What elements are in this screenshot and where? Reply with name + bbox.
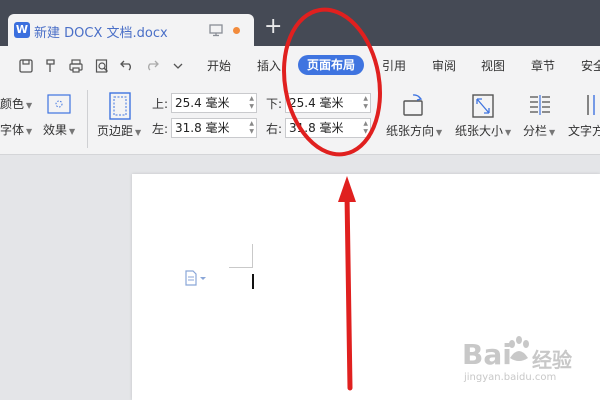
chevron-down-icon: ▼ [549,128,556,137]
page-margins-icon[interactable] [108,92,132,120]
document-page[interactable] [132,174,600,400]
right-margin-field[interactable]: 31.8 毫米 ▲ ▼ [285,118,371,138]
watermark-brand-suffix: 经验 [532,348,572,372]
menu-security[interactable]: 安全 [581,58,600,74]
menu-chapter[interactable]: 章节 [531,58,555,74]
format-painter-icon[interactable] [43,58,59,74]
chevron-down-icon: ▼ [26,101,33,110]
theme-font-label: 字体 [0,123,25,137]
columns-label: 分栏 [523,124,548,138]
undo-icon[interactable] [119,58,135,74]
new-tab-button[interactable]: + [264,14,282,40]
menu-references[interactable]: 引用 [382,58,406,74]
customize-chevron-icon[interactable] [170,58,186,74]
print-icon[interactable] [68,58,84,74]
chevron-down-icon: ▼ [505,128,512,137]
theme-color-label: 颜色 [0,97,25,111]
text-cursor [252,274,254,289]
save-icon[interactable] [18,58,34,74]
right-margin-label: 右: [266,122,283,136]
spin-arrows-icon[interactable]: ▲ ▼ [363,120,368,136]
theme-font-button[interactable]: 字体 ▼ [0,123,32,139]
page-orientation-icon[interactable] [401,93,425,119]
paragraph-options-icon[interactable] [184,270,208,286]
margin-corner-mark [229,267,253,268]
effects-icon[interactable] [47,94,71,114]
columns-button[interactable]: 分栏 ▼ [523,124,555,140]
writer-doc-icon: W [14,22,30,38]
top-margin-label: 上: [152,97,169,111]
theme-effects-button[interactable]: 效果 ▼ [43,123,75,139]
chevron-down-icon: ▼ [135,128,142,137]
watermark-brand: Bai [462,338,512,371]
bottom-margin-field[interactable]: 25.4 毫米 ▲ ▼ [285,93,371,113]
margin-corner-mark [252,244,253,268]
print-preview-icon[interactable] [94,58,110,74]
monitor-icon[interactable] [208,22,224,38]
left-margin-value: 31.8 毫米 [175,121,230,135]
bottom-margin-value: 25.4 毫米 [289,96,344,110]
page-margins-button[interactable]: 页边距 ▼ [97,124,141,140]
left-margin-label: 左: [152,122,169,136]
chevron-down-icon: ▼ [69,127,76,136]
divider [87,90,88,148]
chevron-down-icon: ▼ [26,127,33,136]
spin-arrows-icon[interactable]: ▲ ▼ [249,120,254,136]
page-size-button[interactable]: 纸张大小 ▼ [455,124,511,140]
redo-icon[interactable] [144,58,160,74]
columns-icon[interactable] [528,93,552,119]
document-name: 新建 DOCX 文档.docx [34,26,168,41]
text-direction-button[interactable]: 文字方 [568,124,600,138]
page-size-icon[interactable] [471,93,495,119]
menu-home[interactable]: 开始 [207,58,231,74]
theme-color-button[interactable]: 颜色 ▼ [0,97,32,113]
chevron-down-icon: ▼ [436,128,443,137]
top-margin-value: 25.4 毫米 [175,96,230,110]
page-orientation-label: 纸张方向 [386,124,435,138]
menu-insert[interactable]: 插入 [257,58,281,74]
menu-view[interactable]: 视图 [481,58,505,74]
left-margin-field[interactable]: 31.8 毫米 ▲ ▼ [171,118,257,138]
menu-toolbar: 开始 插入 页面布局 引用 审阅 视图 章节 安全 [0,46,600,84]
theme-effects-label: 效果 [43,123,68,137]
ribbon: 颜色 ▼ 字体 ▼ 效果 ▼ 页边距 ▼ 上: 25.4 毫米 ▲ ▼ 左: 31.8 毫… [0,84,600,155]
watermark-url: jingyan.baidu.com [464,372,557,383]
baidu-paw-icon [509,336,529,361]
right-margin-value: 31.8 毫米 [289,121,344,135]
top-margin-field[interactable]: 25.4 毫米 ▲ ▼ [171,93,257,113]
menu-review[interactable]: 审阅 [432,58,456,74]
unsaved-dot [233,27,240,34]
document-tab[interactable]: W 新建 DOCX 文档.docx [8,14,254,46]
title-bar: W 新建 DOCX 文档.docx + [0,0,600,46]
page-orientation-button[interactable]: 纸张方向 ▼ [386,124,442,140]
menu-page-layout[interactable]: 页面布局 [298,55,365,75]
spin-arrows-icon[interactable]: ▲ ▼ [249,95,254,111]
text-direction-icon[interactable] [584,93,600,119]
page-size-label: 纸张大小 [455,124,504,138]
bottom-margin-label: 下: [266,97,283,111]
spin-arrows-icon[interactable]: ▲ ▼ [363,95,368,111]
page-margins-label: 页边距 [97,124,134,138]
